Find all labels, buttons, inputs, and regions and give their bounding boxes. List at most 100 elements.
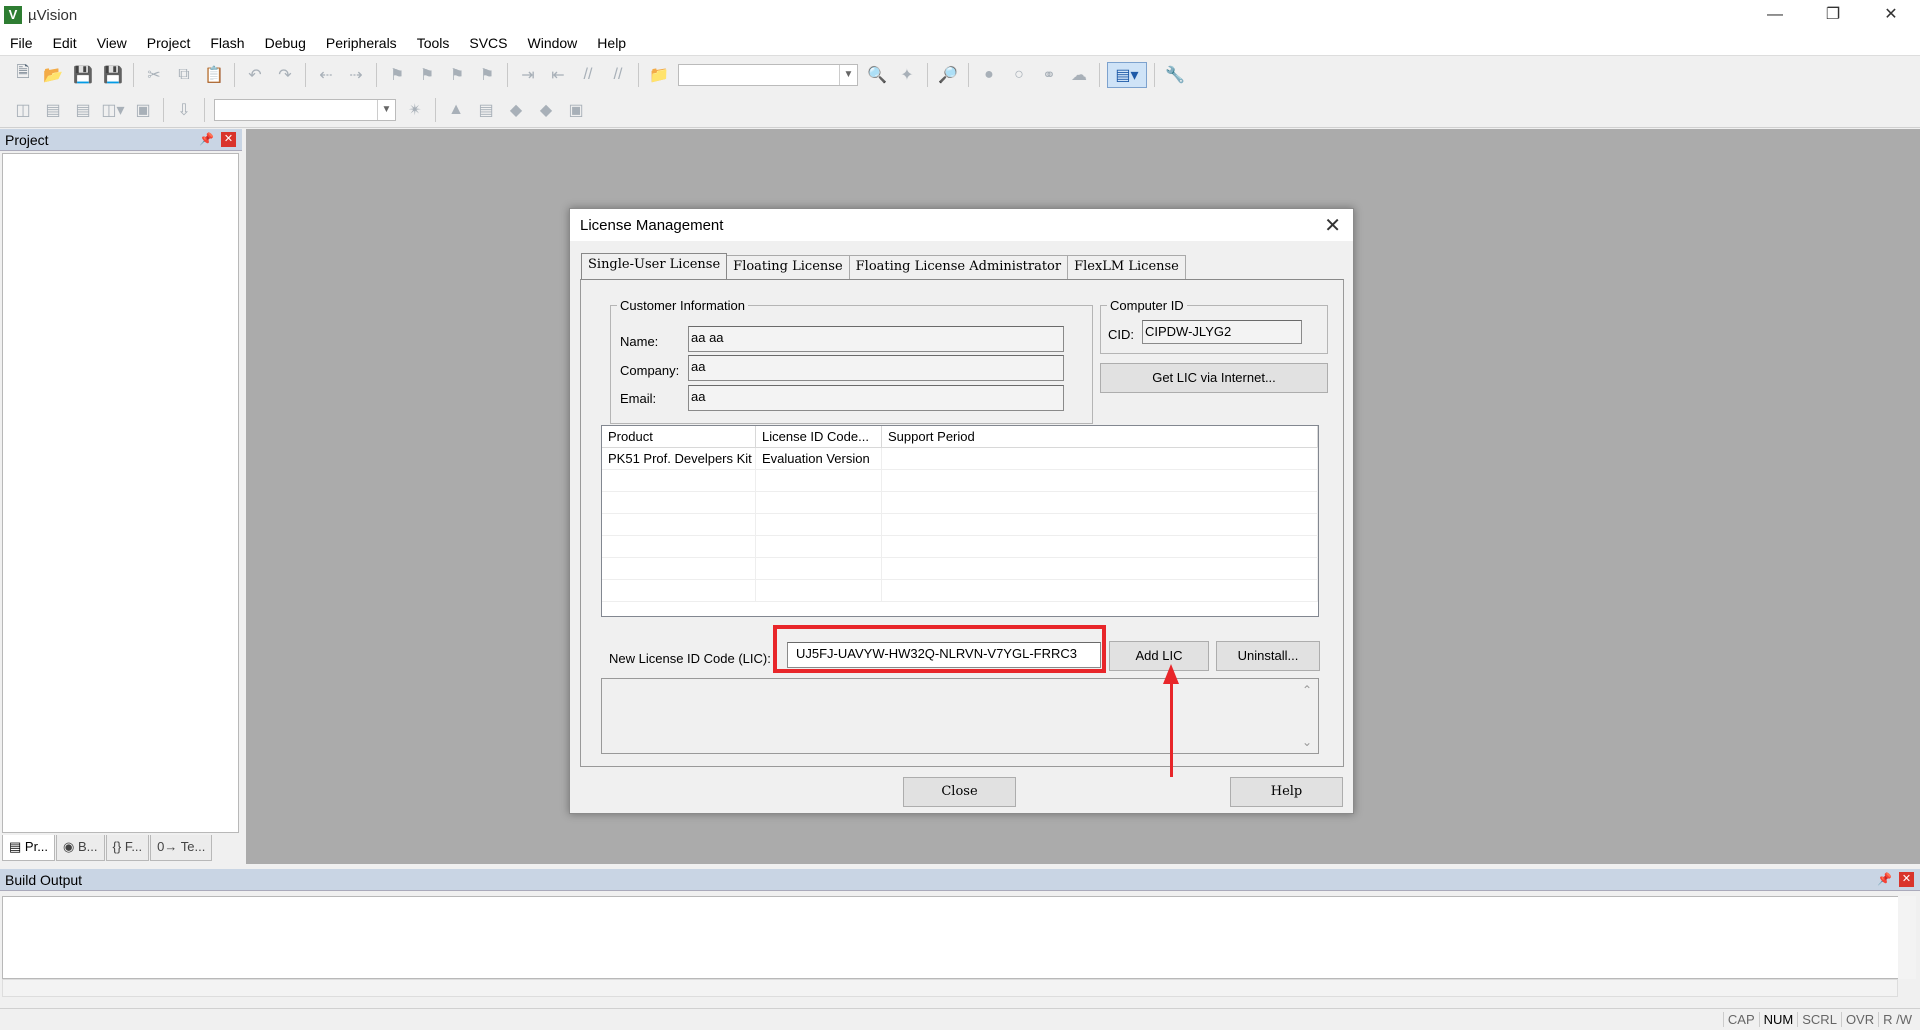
tab-single-user-license[interactable]: Single-User License [581, 253, 728, 279]
menu-svcs[interactable]: SVCS [459, 30, 517, 56]
uninstall-button[interactable]: Uninstall... [1216, 641, 1320, 671]
message-area[interactable]: ⌃ ⌄ [601, 678, 1319, 754]
build-icon[interactable]: ▤ [40, 97, 66, 123]
tab-books[interactable]: ◉ B... [56, 835, 105, 861]
rebuild-icon[interactable]: ▤ [70, 97, 96, 123]
save-all-icon[interactable]: 💾 [100, 62, 126, 88]
open-folder-icon[interactable]: 📂 [40, 62, 66, 88]
uncomment-icon[interactable]: // [605, 62, 631, 88]
tab-floating-license-administrator[interactable]: Floating License Administrator [848, 255, 1069, 279]
kill-breakpoints-icon[interactable]: ☁ [1066, 62, 1092, 88]
tab-templates[interactable]: 0→ Te... [150, 835, 213, 861]
find-combo[interactable]: ▼ [678, 63, 858, 86]
email-label: Email: [620, 391, 657, 406]
product-list[interactable]: Product License ID Code... Support Perio… [601, 425, 1319, 617]
navigate-back-icon[interactable]: ⇠ [313, 62, 339, 88]
tab-project[interactable]: ▤ Pr... [2, 835, 56, 861]
vertical-scrollbar[interactable] [1898, 896, 1916, 979]
software-packs-icon[interactable]: ▣ [563, 97, 589, 123]
comment-icon[interactable]: // [575, 62, 601, 88]
menu-file[interactable]: File [0, 30, 43, 56]
menu-tools[interactable]: Tools [407, 30, 460, 56]
company-field[interactable]: aa [688, 355, 1064, 381]
navigate-forward-icon[interactable]: ⇢ [343, 62, 369, 88]
table-row[interactable]: PK51 Prof. Develpers Kit Evaluation Vers… [602, 448, 1318, 470]
cut-icon[interactable]: ✂ [141, 62, 167, 88]
pin-icon[interactable]: 📌 [199, 132, 214, 146]
column-product[interactable]: Product [602, 426, 756, 447]
menu-bar: File Edit View Project Flash Debug Perip… [0, 30, 1920, 56]
column-support-period[interactable]: Support Period [882, 426, 1318, 447]
zoom-icon[interactable]: 🔎 [935, 62, 961, 88]
cid-field[interactable]: CIPDW-JLYG2 [1142, 320, 1302, 344]
email-field[interactable]: aa [688, 385, 1064, 411]
menu-help[interactable]: Help [587, 30, 636, 56]
get-lic-via-internet-button[interactable]: Get LIC via Internet... [1100, 363, 1328, 393]
menu-flash[interactable]: Flash [200, 30, 254, 56]
dialog-title: License Management [580, 217, 724, 234]
column-license-id-code[interactable]: License ID Code... [756, 426, 882, 447]
project-panel-title: Project [5, 131, 49, 148]
pack-installer-icon[interactable]: ◆ [503, 97, 529, 123]
paste-icon[interactable]: 📋 [201, 62, 227, 88]
close-icon[interactable]: ✕ [221, 132, 236, 147]
bookmark-next-icon[interactable]: ⚑ [444, 62, 470, 88]
project-panel-header: Project 📌 ✕ [0, 129, 242, 151]
menu-debug[interactable]: Debug [255, 30, 316, 56]
tab-floating-license[interactable]: Floating License [726, 255, 850, 279]
unindent-icon[interactable]: ⇤ [545, 62, 571, 88]
find-icon[interactable]: 🔍 [864, 62, 890, 88]
dialog-title-bar: License Management ✕ [570, 209, 1353, 241]
target-options-icon[interactable]: ✴ [402, 97, 428, 123]
target-select[interactable]: ▼ [214, 98, 396, 121]
copy-icon[interactable]: ⧉ [171, 62, 197, 88]
stop-build-icon[interactable]: ▣ [130, 97, 156, 123]
scroll-up-icon[interactable]: ⌃ [1302, 683, 1312, 697]
horizontal-scrollbar[interactable] [2, 979, 1898, 997]
menu-window[interactable]: Window [518, 30, 588, 56]
menu-edit[interactable]: Edit [43, 30, 87, 56]
save-icon[interactable]: 💾 [70, 62, 96, 88]
project-panel: Project 📌 ✕ ▤ Pr... ◉ B... {} F... 0→ Te… [0, 129, 242, 864]
select-packs-icon[interactable]: ▤ [473, 97, 499, 123]
close-window-button[interactable]: ✕ [1862, 0, 1920, 30]
undo-icon[interactable]: ↶ [242, 62, 268, 88]
bookmark-icon[interactable]: ⚑ [384, 62, 410, 88]
tab-functions[interactable]: {} F... [105, 835, 150, 861]
new-file-icon[interactable]: 🗎 [10, 62, 36, 88]
project-tree[interactable] [2, 153, 239, 833]
name-field[interactable]: aa aa [688, 326, 1064, 352]
add-lic-button[interactable]: Add LIC [1109, 641, 1209, 671]
cid-label: CID: [1108, 327, 1134, 342]
disable-breakpoint-icon[interactable]: ⚭ [1036, 62, 1062, 88]
menu-view[interactable]: View [87, 30, 137, 56]
start-debug-icon[interactable]: ● [976, 62, 1002, 88]
translate-icon[interactable]: ◫ [10, 97, 36, 123]
scroll-down-icon[interactable]: ⌄ [1302, 735, 1312, 749]
close-button[interactable]: Close [903, 777, 1016, 807]
window-layout-icon[interactable]: ▤▾ [1107, 61, 1147, 88]
tab-flexlm-license[interactable]: FlexLM License [1067, 255, 1186, 279]
close-icon[interactable]: ✕ [1324, 213, 1341, 238]
configure-icon[interactable]: 🔧 [1162, 62, 1188, 88]
manage-project-icon[interactable]: ▲ [443, 97, 469, 123]
bookmark-clear-icon[interactable]: ⚑ [474, 62, 500, 88]
menu-project[interactable]: Project [137, 30, 201, 56]
close-icon[interactable]: ✕ [1899, 872, 1914, 887]
redo-icon[interactable]: ↷ [272, 62, 298, 88]
run-time-env-icon[interactable]: ◆ [533, 97, 559, 123]
find-in-files-icon[interactable]: 📁 [646, 62, 672, 88]
breakpoint-icon[interactable]: ○ [1006, 62, 1032, 88]
download-icon[interactable]: ⇩ [171, 97, 197, 123]
bookmark-prev-icon[interactable]: ⚑ [414, 62, 440, 88]
indent-icon[interactable]: ⇥ [515, 62, 541, 88]
restore-button[interactable]: ❐ [1804, 0, 1862, 30]
minimize-button[interactable]: — [1746, 0, 1804, 30]
incremental-find-icon[interactable]: ✦ [894, 62, 920, 88]
build-output-text[interactable] [2, 896, 1916, 979]
pin-icon[interactable]: 📌 [1877, 872, 1892, 886]
batch-build-icon[interactable]: ◫▾ [100, 97, 126, 123]
menu-peripherals[interactable]: Peripherals [316, 30, 407, 56]
arrow-line-annotation [1170, 681, 1173, 777]
help-button[interactable]: Help [1230, 777, 1343, 807]
